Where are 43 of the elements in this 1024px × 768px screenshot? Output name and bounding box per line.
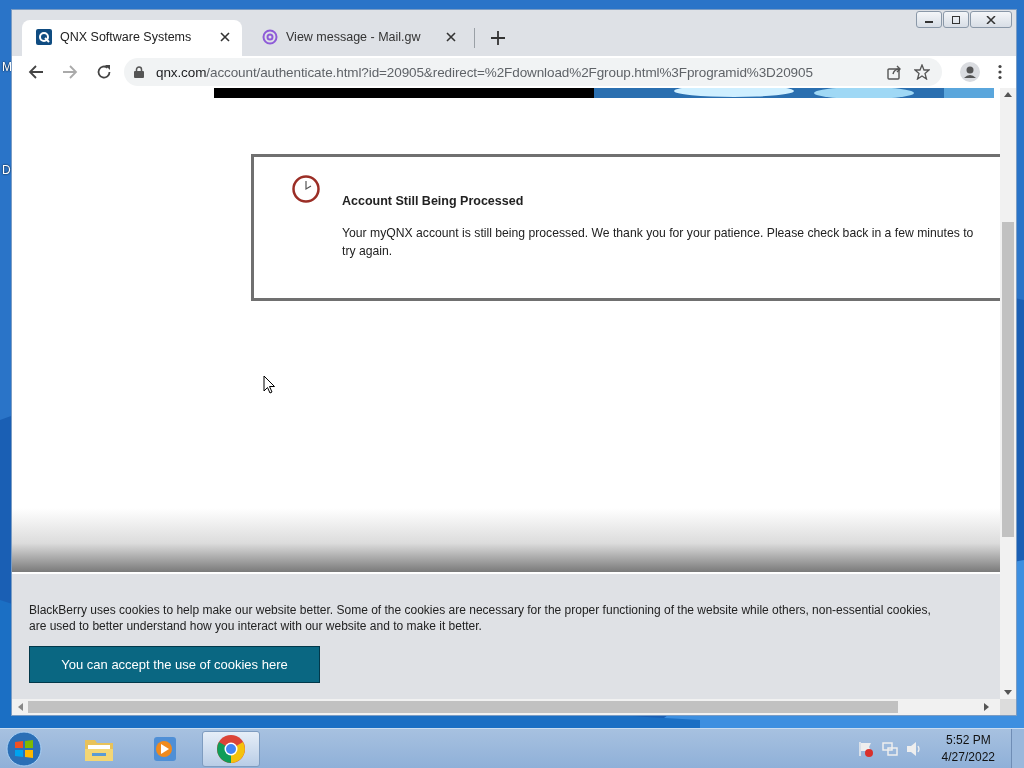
flag-alert-icon[interactable] (857, 740, 874, 757)
start-button[interactable] (6, 730, 42, 767)
close-tab-icon[interactable] (220, 32, 230, 42)
desktop-icon-label[interactable]: D (2, 163, 11, 177)
browser-tab[interactable]: QNX Software Systems (22, 20, 242, 56)
scroll-left-icon[interactable] (18, 703, 23, 711)
close-icon (986, 15, 996, 24)
profile-avatar-icon[interactable] (960, 62, 980, 82)
accept-cookies-button[interactable]: You can accept the use of cookies here (29, 646, 320, 683)
new-tab-icon[interactable] (491, 31, 505, 45)
site-logo-icon (36, 29, 52, 45)
bookmark-star-icon[interactable] (914, 64, 930, 80)
scroll-down-icon[interactable] (1004, 690, 1012, 695)
horizontal-scrollbar[interactable] (12, 699, 1016, 715)
scroll-up-icon[interactable] (1004, 92, 1012, 97)
close-tab-icon[interactable] (446, 32, 456, 42)
scroll-right-icon[interactable] (984, 703, 989, 711)
reload-icon[interactable] (96, 64, 112, 80)
close-button[interactable] (970, 11, 1012, 28)
notice-title: Account Still Being Processed (342, 194, 525, 208)
browser-icon (216, 733, 246, 764)
desktop-icon-label[interactable]: M (2, 60, 12, 74)
share-icon[interactable] (887, 64, 902, 80)
cookie-notice-text: BlackBerry uses cookies to help make our website better. Some of the cookies are necessary for the proper functioning of the website while others, non-essential cookies, are used to better understand how you interact with our website and to make it better. (29, 602, 932, 634)
clock-icon (292, 175, 320, 203)
minimize-button[interactable] (916, 11, 942, 28)
clock-date[interactable]: 4/27/2022 (941, 748, 995, 766)
taskbar-app-button[interactable] (202, 730, 260, 767)
vertical-scrollbar[interactable] (1000, 88, 1016, 699)
restore-button[interactable] (943, 11, 969, 28)
back-icon[interactable] (28, 64, 44, 80)
scrollbar-thumb[interactable] (1002, 222, 1014, 537)
restore-icon (951, 15, 961, 24)
browser-tab[interactable]: View message - Mail.gw (248, 20, 468, 56)
media-player-icon (151, 734, 179, 763)
url-text: qnx.com/account/authenticate.html?id=20905&redirect=%2Fdownload%2Fgroup.html%3Fprogramid%3D20905 (156, 64, 814, 80)
clock-time[interactable]: 5:52 PM (945, 731, 991, 749)
address-bar[interactable]: qnx.com/account/authenticate.html?id=20905&redirect=%2Fdownload%2Fgroup.html%3Fprogramid%3D20905 (124, 58, 942, 86)
mouse-pointer-icon (263, 375, 276, 394)
scrollbar-thumb[interactable] (28, 701, 898, 713)
lock-icon (134, 66, 144, 78)
menu-icon[interactable] (998, 64, 1002, 80)
notice-message: Your myQNX account is still being processed. We thank you for your patience. Please check back in a few minutes to try again. (342, 225, 975, 260)
